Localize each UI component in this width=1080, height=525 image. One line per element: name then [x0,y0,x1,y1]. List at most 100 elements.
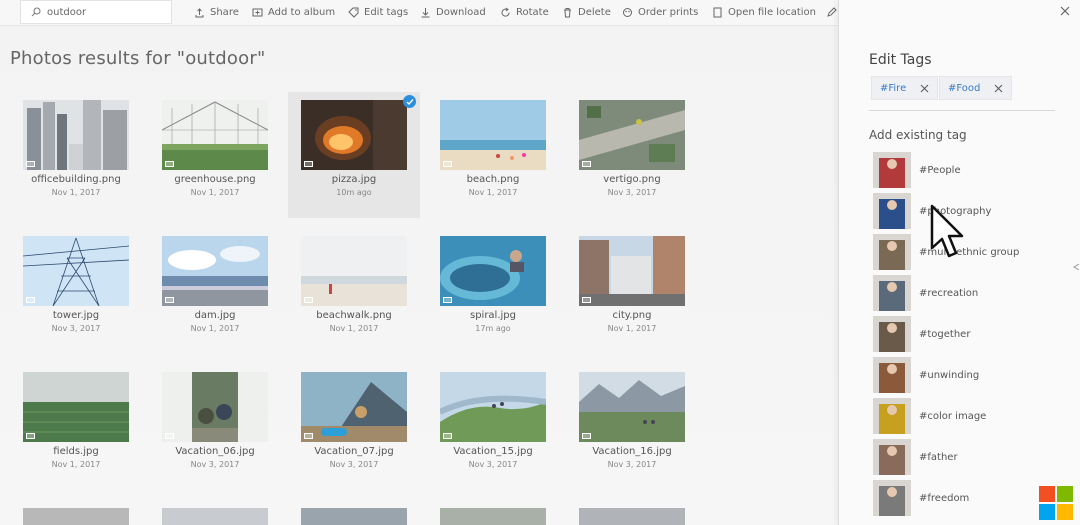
panel-title: Edit Tags [869,52,932,68]
aerial-image [579,100,685,170]
photo-tile[interactable]: city.png Nov 1, 2017 [566,228,698,354]
selected-check-icon[interactable] [403,95,416,108]
rotate-button[interactable]: Rotate [500,0,549,24]
edit-tags-panel: Edit Tags #Fire #Food Add existing tag #… [838,0,1080,525]
hill-image [440,372,546,442]
photo-tile[interactable]: Vacation_15.jpg Nov 3, 2017 [427,364,559,490]
edit-button[interactable] [826,0,837,24]
photo-tile[interactable]: beach.png Nov 1, 2017 [427,92,559,218]
remove-tag-icon[interactable] [920,84,929,93]
toolbar-label: Edit tags [364,6,409,18]
windows-logo-icon [1039,486,1073,520]
image-type-icon [443,433,452,439]
existing-tag-item[interactable]: #freedom [873,480,1063,516]
photo-date: Nov 3, 2017 [190,460,240,469]
existing-tag-item[interactable]: #color image [873,398,1063,434]
tag-label: #recreation [919,287,979,299]
photo-thumbnail[interactable] [579,100,685,170]
image-type-icon [443,161,452,167]
page-title: Photos results for "outdoor" [10,48,266,69]
tag-chip-food[interactable]: #Food [939,76,1013,100]
photo-thumbnail[interactable] [162,236,268,306]
close-icon[interactable] [1058,4,1072,18]
photo-date: Nov 1, 2017 [190,188,240,197]
photo-name: officebuilding.png [31,174,121,185]
share-button[interactable]: Share [194,0,239,24]
download-icon [421,7,430,17]
tag-label: #father [919,451,958,463]
download-button[interactable]: Download [420,0,486,24]
photo-thumbnail[interactable] [23,508,129,525]
photo-thumbnail[interactable] [440,508,546,525]
photo-thumbnail[interactable] [440,236,546,306]
tag-thumbnail [873,357,911,393]
existing-tag-item[interactable]: #together [873,316,1063,352]
pizza-oven-image [301,100,407,170]
toolbar-label: Delete [578,6,611,18]
existing-tag-item[interactable]: #unwinding [873,357,1063,393]
dam-image [162,236,268,306]
photo-thumbnail[interactable] [301,372,407,442]
photo-tile[interactable]: Vacation_06.jpg Nov 3, 2017 [149,364,281,490]
photo-thumbnail[interactable] [301,100,407,170]
photo-tile[interactable]: fields.jpg Nov 1, 2017 [10,364,142,490]
tag-label: #freedom [919,492,970,504]
photo-thumbnail[interactable] [23,100,129,170]
order-prints-button[interactable]: Order prints [622,0,698,24]
tag-thumbnail [873,316,911,352]
open-file-location-button[interactable]: Open file location [712,0,816,24]
photo-date: Nov 1, 2017 [468,188,518,197]
photo-thumbnail[interactable] [440,100,546,170]
photo-tile[interactable]: greenhouse.png Nov 1, 2017 [149,92,281,218]
photo-date: Nov 1, 2017 [329,324,379,333]
tag-thumbnail [873,152,911,188]
photo-tile[interactable]: officebuilding.png Nov 1, 2017 [10,92,142,218]
photo-tile[interactable]: spiral.jpg 17m ago [427,228,559,354]
photo-thumbnail[interactable] [23,372,129,442]
photo-date: Nov 1, 2017 [190,324,240,333]
photo-tile[interactable]: Vacation_07.jpg Nov 3, 2017 [288,364,420,490]
search-input[interactable]: outdoor [20,0,172,24]
existing-tag-item[interactable]: #photography [873,193,1063,229]
photo-date: Nov 3, 2017 [329,460,379,469]
photo-thumbnail[interactable] [301,508,407,525]
mouse-cursor-icon [930,204,964,258]
photo-thumbnail[interactable] [162,372,268,442]
photo-thumbnail[interactable] [301,236,407,306]
photo-thumbnail[interactable] [162,100,268,170]
photo-tile[interactable]: beachwalk.png Nov 1, 2017 [288,228,420,354]
tent-image [301,372,407,442]
photo-tile[interactable]: dam.jpg Nov 1, 2017 [149,228,281,354]
photo-thumbnail[interactable] [579,508,685,525]
existing-tag-item[interactable]: #recreation [873,275,1063,311]
photo-thumbnail[interactable] [162,508,268,525]
existing-tag-item[interactable]: #People [873,152,1063,188]
photo-tile[interactable]: tower.jpg Nov 3, 2017 [10,228,142,354]
existing-tag-item[interactable]: #multi ethnic group [873,234,1063,270]
photo-thumbnail[interactable] [440,372,546,442]
photo-name: greenhouse.png [174,174,256,185]
photo-tile[interactable]: pizza.jpg 10m ago [288,92,420,218]
photo-name: vertigo.png [603,174,661,185]
image-type-icon [26,161,35,167]
remove-tag-icon[interactable] [994,84,1003,93]
tag-chip-fire[interactable]: #Fire [871,76,939,100]
edit-tags-button[interactable]: Edit tags [348,0,408,24]
photo-date: Nov 1, 2017 [51,188,101,197]
photo-tile[interactable]: Vacation_16.jpg Nov 3, 2017 [566,364,698,490]
delete-button[interactable]: Delete [562,0,611,24]
image-type-icon [443,297,452,303]
toolbar-label: Download [436,6,486,18]
photo-thumbnail[interactable] [579,372,685,442]
image-type-icon [26,433,35,439]
divider [869,110,1055,111]
existing-tag-item[interactable]: #father [873,439,1063,475]
add-to-album-button[interactable]: Add to album [252,0,335,24]
scroll-arrow-icon[interactable] [1073,264,1080,270]
photo-name: fields.jpg [53,446,99,457]
add-existing-tag-heading: Add existing tag [869,128,967,142]
photo-thumbnail[interactable] [23,236,129,306]
photo-date: Nov 3, 2017 [607,188,657,197]
photo-tile[interactable]: vertigo.png Nov 3, 2017 [566,92,698,218]
photo-thumbnail[interactable] [579,236,685,306]
